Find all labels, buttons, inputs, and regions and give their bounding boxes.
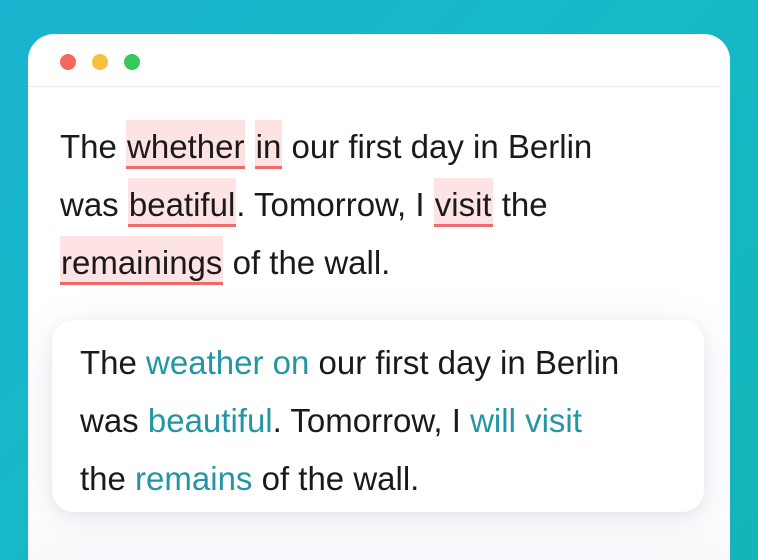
corrected-segment: of the wall. — [252, 460, 420, 497]
fix-beautiful: beautiful — [147, 402, 273, 439]
error-highlight-in[interactable]: in — [254, 120, 283, 169]
original-text: The whether in our first day in Berlin wa… — [60, 118, 700, 292]
fix-weather-on: weather on — [146, 344, 310, 381]
minimize-window-icon[interactable] — [92, 54, 108, 70]
error-highlight-visit[interactable]: visit — [433, 178, 493, 227]
error-highlight-remainings[interactable]: remainings — [60, 236, 224, 285]
original-segment: . Tomorrow, I — [236, 186, 434, 223]
corrected-segment: . Tomorrow, I — [272, 402, 471, 439]
bottom-fade — [28, 514, 730, 560]
corrected-text: The weather on our first day in Berlin wa… — [80, 334, 690, 508]
original-segment — [245, 128, 254, 165]
original-segment: of the wall. — [223, 244, 391, 281]
original-segment: the — [492, 186, 548, 223]
fix-remains: remains — [135, 460, 253, 497]
fix-will-visit: will visit — [470, 402, 582, 439]
window-titlebar — [28, 34, 720, 87]
corrected-segment: The — [80, 344, 147, 381]
corrected-segment: the — [80, 460, 136, 497]
correction-suggestion-card[interactable]: The weather on our first day in Berlin wa… — [52, 320, 704, 512]
error-highlight-beatiful[interactable]: beatiful — [127, 178, 237, 227]
close-window-icon[interactable] — [60, 54, 76, 70]
editor-window: The whether in our first day in Berlin wa… — [28, 34, 730, 560]
error-highlight-whether[interactable]: whether — [126, 120, 246, 169]
maximize-window-icon[interactable] — [124, 54, 140, 70]
original-segment: The — [60, 128, 127, 165]
